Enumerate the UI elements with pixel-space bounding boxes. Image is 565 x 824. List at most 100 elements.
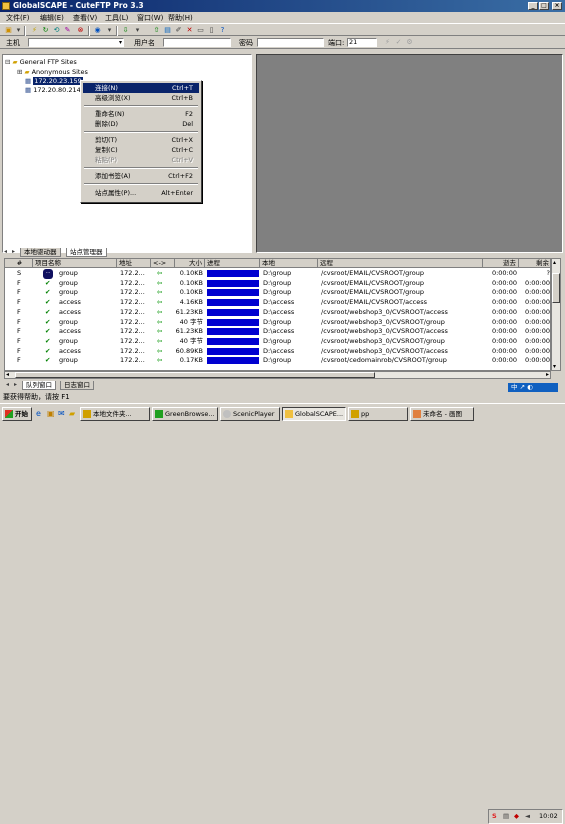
tree-item-site-1[interactable]: ▦ 172.20.23.159 [25,77,83,85]
tab-log-window[interactable]: 日志窗口 [60,381,94,390]
refresh-icon[interactable]: ⟲ [52,26,61,35]
scroll-down-icon[interactable]: ▾ [553,363,556,370]
menu-window[interactable]: 窗口(W) [137,13,163,23]
column-header-direction[interactable]: <-> [151,259,175,268]
port-field[interactable]: 21 [347,38,377,47]
host-field[interactable]: ▾ [28,38,124,47]
globe-icon[interactable]: ◉ [93,26,102,35]
properties-icon[interactable]: ▯ [207,26,216,35]
column-header-local[interactable]: 本地 [260,259,318,268]
clock[interactable]: 10:02 [539,810,558,823]
column-header-size[interactable]: 大小 [175,259,205,268]
tree-item-general[interactable]: ⊟ ▰ General FTP Sites [5,58,77,66]
antivirus-icon[interactable]: S [492,810,497,823]
username-field[interactable] [163,38,231,47]
stop-icon[interactable]: ⊗ [76,26,85,35]
queue-row[interactable]: F ✔ access 172.2... ⇦ 4.16KB D:\access /… [5,298,550,308]
queue-row[interactable]: F ✔ group 172.2... ⇦ 40 字节 D:\group /cvs… [5,337,550,347]
queue-row[interactable]: F ✔ group 172.2... ⇦ 0.10KB D:\group /cv… [5,279,550,289]
tools-icon[interactable]: ⚙ [405,38,414,47]
menu-tools[interactable]: 工具(L) [105,13,128,23]
quick-connect-icon[interactable]: ⚡ [383,38,392,47]
close-button[interactable]: × [552,2,562,10]
column-header-name[interactable]: 项目名称 [33,259,117,268]
menu-item-add-bookmark[interactable]: 添加书签(A) Ctrl+F2 [83,171,199,181]
task-globalscape[interactable]: GlobalSCAPE... [282,407,346,421]
queue-row[interactable]: F ✔ group 172.2... ⇦ 0.10KB D:\group /cv… [5,288,550,298]
reconnect-icon[interactable]: ↻ [41,26,50,35]
help-icon[interactable]: ? [218,26,227,35]
column-header-progress[interactable]: 进程 [205,259,260,268]
scroll-right-icon[interactable]: ▸ [546,371,549,378]
queue-row[interactable]: F ✔ group 172.2... ⇦ 0.17KB D:\group /cv… [5,356,550,366]
shield-icon[interactable]: ◆ [514,810,519,823]
menu-file[interactable]: 文件(F) [6,13,30,23]
folder-icon[interactable]: ▰ [69,409,75,418]
dropdown-icon[interactable]: ▾ [133,26,142,35]
queue-vertical-scrollbar[interactable]: ▴ ▾ [551,258,561,371]
queue-row[interactable]: F ✔ access 172.2... ⇦ 60.89KB D:\access … [5,347,550,357]
queue-horizontal-scrollbar[interactable]: ◂ ▸ [4,371,551,379]
collapse-icon[interactable]: ⊟ [5,58,10,66]
menu-item-advanced-browse[interactable]: 高级浏览(X) Ctrl+B [83,93,199,103]
queue-row[interactable]: S ··· group 172.2... ⇦ 0.10KB D:\group /… [5,269,550,279]
tree-item-site-2[interactable]: ▦ 172.20.80.214 [25,86,81,94]
outlook-icon[interactable]: ✉ [58,409,65,418]
ie-icon[interactable]: e [36,409,41,418]
menu-help[interactable]: 帮助(H) [168,13,193,23]
open-site-icon[interactable]: ▣ [4,26,13,35]
queue-row[interactable]: F ✔ access 172.2... ⇦ 61.23KB D:\access … [5,327,550,337]
queue-row[interactable]: F ✔ group 172.2... ⇦ 40 字节 D:\group /cvs… [5,318,550,328]
dropdown-icon[interactable]: ▾ [14,26,23,35]
menu-item-rename[interactable]: 重命名(N) F2 [83,109,199,119]
column-header-address[interactable]: 地址 [117,259,151,268]
edit-icon[interactable]: ✐ [174,26,183,35]
menu-item-site-properties[interactable]: 站点属性(P)... Alt+Enter [83,188,199,198]
chevron-down-icon[interactable]: ▾ [119,39,122,46]
menu-item-delete[interactable]: 删除(D) Del [83,119,199,129]
task-pp[interactable]: pp [348,407,408,421]
menu-item-connect[interactable]: 连接(N) Ctrl+T [83,83,199,93]
desktop-icon[interactable]: ▣ [47,409,55,418]
download-icon[interactable]: ⇩ [121,26,130,35]
column-header-index[interactable]: # [5,259,33,268]
minimize-button[interactable]: _ [528,2,538,10]
folder-sync-icon[interactable]: ▤ [163,26,172,35]
filter-icon[interactable]: ✎ [63,26,72,35]
tab-scroll-left-icon[interactable]: ◂ [4,248,7,255]
tab-site-manager[interactable]: 站点管理器 [66,248,107,257]
scroll-thumb[interactable] [15,372,375,378]
tree-item-anonymous[interactable]: ⊞ ▰ Anonymous Sites [17,68,88,76]
column-header-remaining[interactable]: 剩余 [519,259,550,268]
delete-icon[interactable]: ✕ [185,26,194,35]
tab-scroll-right-icon[interactable]: ▸ [14,381,17,388]
rename-icon[interactable]: ▭ [196,26,205,35]
menu-item-copy[interactable]: 复制(C) Ctrl+C [83,145,199,155]
menu-item-cut[interactable]: 剪切(T) Ctrl+X [83,135,199,145]
tab-scroll-left-icon[interactable]: ◂ [6,381,9,388]
task-local-folder[interactable]: 本地文件夹... [80,407,150,421]
scroll-thumb[interactable] [552,273,560,303]
column-header-remote[interactable]: 远程 [318,259,483,268]
tab-scroll-right-icon[interactable]: ▸ [12,248,15,255]
upload-icon[interactable]: ⇧ [152,26,161,35]
maximize-button[interactable]: □ [539,2,549,10]
password-field[interactable] [257,38,324,47]
scroll-left-icon[interactable]: ◂ [6,371,9,378]
task-paint[interactable]: 未命名 - 画图 [410,407,474,421]
column-header-elapsed[interactable]: 逝去 [483,259,519,268]
task-scenicplayer[interactable]: ScenicPlayer [220,407,280,421]
tab-local-drives[interactable]: 本地驱动器 [20,248,61,257]
task-greenbrowser[interactable]: GreenBrowse... [152,407,218,421]
menu-edit[interactable]: 编辑(E) [40,13,64,23]
volume-icon[interactable]: ◄ [525,810,530,823]
connect-icon[interactable]: ⚡ [30,26,39,35]
start-button[interactable]: 开始 [2,407,32,421]
menu-item-paste[interactable]: 粘贴(P) Ctrl+V [83,155,199,165]
queue-row[interactable]: F ✔ access 172.2... ⇦ 61.23KB D:\access … [5,308,550,318]
dropdown-icon[interactable]: ▾ [105,26,114,35]
menu-view[interactable]: 查看(V) [73,13,97,23]
network-icon[interactable]: ▤ [503,810,509,823]
scroll-up-icon[interactable]: ▴ [553,259,556,266]
expand-icon[interactable]: ⊞ [17,68,22,76]
